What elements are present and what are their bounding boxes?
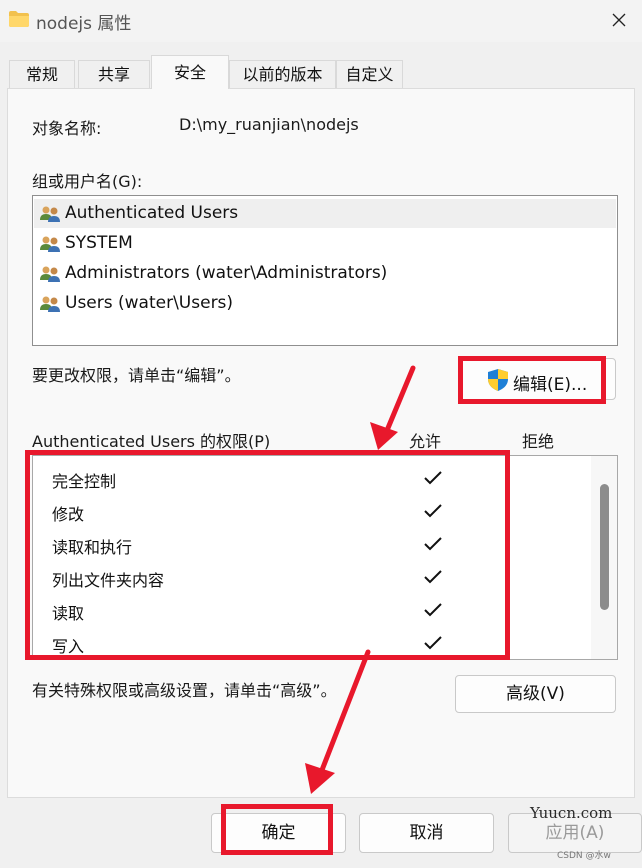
tab-security[interactable]: 安全	[151, 55, 229, 89]
user-label: SYSTEM	[65, 233, 133, 253]
edit-button[interactable]: 编辑(E)...	[458, 358, 616, 400]
user-row-authenticated-users[interactable]: Authenticated Users	[34, 199, 616, 228]
user-group-icon	[40, 296, 60, 312]
user-group-icon	[40, 266, 60, 282]
user-label: Users (water\Users)	[65, 293, 234, 313]
permission-name: 写入	[52, 637, 85, 656]
advanced-button[interactable]: 高级(V)	[455, 675, 616, 713]
permission-name: 修改	[52, 505, 85, 524]
user-label: Authenticated Users	[65, 203, 239, 223]
checkmark-icon	[424, 504, 442, 518]
ok-button[interactable]: 确定	[211, 813, 346, 853]
permission-name: 完全控制	[52, 472, 117, 491]
user-row-administrators[interactable]: Administrators (water\Administrators)	[34, 259, 616, 288]
permissions-list[interactable]: 完全控制 修改 读取和执行 列出文件夹内容 读取 写入	[32, 455, 618, 660]
edit-button-label: 编辑(E)...	[513, 375, 588, 395]
deny-column-header: 拒绝	[522, 432, 555, 451]
user-group-icon	[40, 236, 60, 252]
change-permissions-hint: 要更改权限，请单击“编辑”。	[32, 366, 241, 385]
close-button[interactable]	[596, 0, 642, 42]
users-list[interactable]: Authenticated Users SYSTEM Administrator…	[32, 195, 618, 346]
checkmark-icon	[424, 537, 442, 551]
tab-sharing[interactable]: 共享	[78, 60, 150, 88]
tab-general[interactable]: 常规	[9, 60, 75, 88]
allow-column-header: 允许	[409, 432, 442, 451]
object-name-label: 对象名称:	[32, 119, 102, 138]
window-title: nodejs 属性	[36, 14, 132, 34]
user-row-system[interactable]: SYSTEM	[34, 229, 616, 258]
tab-previous-versions[interactable]: 以前的版本	[229, 60, 336, 88]
tab-customize[interactable]: 自定义	[336, 60, 403, 88]
permission-name: 列出文件夹内容	[52, 571, 165, 590]
permission-name: 读取和执行	[52, 538, 133, 557]
title-bar: nodejs 属性	[0, 0, 642, 42]
checkmark-icon	[424, 471, 442, 485]
checkmark-icon	[424, 636, 442, 650]
user-group-icon	[40, 206, 60, 222]
object-name-value: D:\my_ruanjian\nodejs	[179, 115, 359, 134]
uac-shield-icon	[488, 369, 508, 391]
watermark-site: Yuucn.com	[530, 804, 613, 822]
close-icon	[612, 13, 626, 27]
checkmark-icon	[424, 570, 442, 584]
watermark-credit: CSDN @水w	[557, 851, 611, 861]
user-row-users[interactable]: Users (water\Users)	[34, 289, 616, 318]
folder-icon	[9, 11, 29, 27]
permission-name: 读取	[52, 604, 85, 623]
permissions-label: Authenticated Users 的权限(P)	[32, 432, 271, 451]
advanced-hint: 有关特殊权限或高级设置，请单击“高级”。	[32, 681, 337, 700]
group-label: 组或用户名(G):	[32, 172, 143, 191]
user-label: Administrators (water\Administrators)	[65, 263, 388, 283]
cancel-button[interactable]: 取消	[359, 813, 494, 853]
permissions-scrollbar[interactable]	[591, 456, 617, 659]
checkmark-icon	[424, 603, 442, 617]
scrollbar-thumb[interactable]	[600, 484, 609, 610]
